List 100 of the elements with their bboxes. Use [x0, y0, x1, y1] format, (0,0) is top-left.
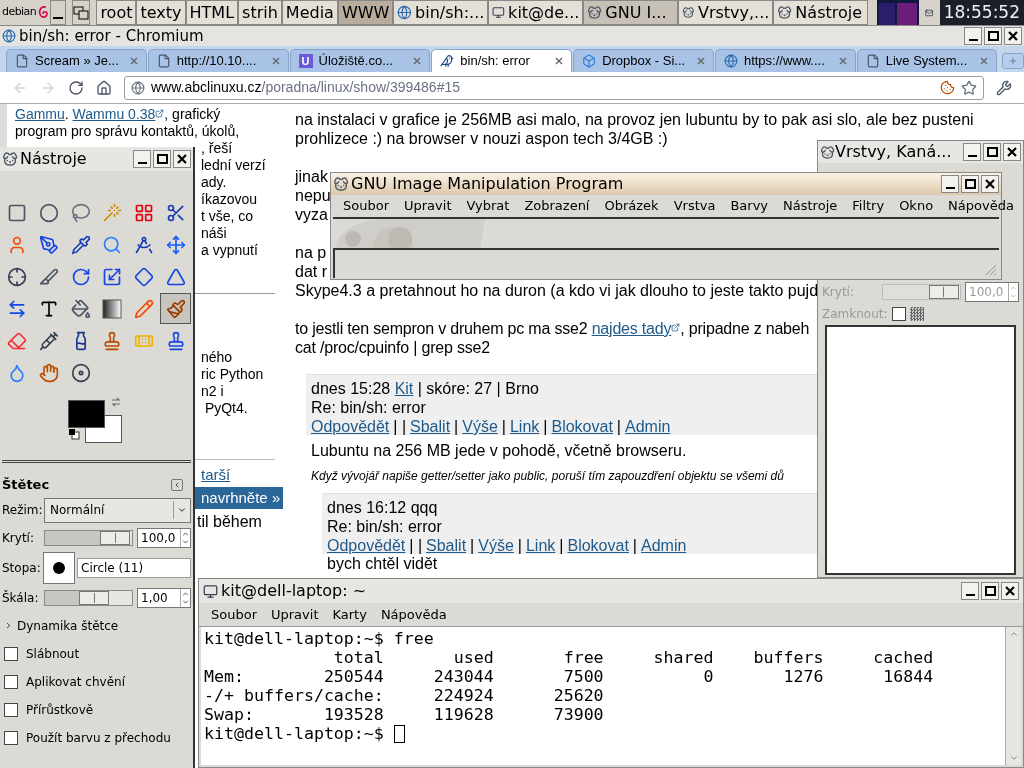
browser-tab[interactable]: Scream » Je...: [6, 49, 147, 72]
task-button[interactable]: Nástroje: [773, 0, 869, 25]
mode-dropdown[interactable]: Normální: [44, 497, 191, 523]
link[interactable]: Kit: [394, 380, 414, 397]
checkbox[interactable]: [4, 702, 18, 717]
slider-thumb[interactable]: [79, 590, 110, 605]
close-button[interactable]: [173, 150, 191, 168]
maximize-button[interactable]: [983, 143, 1001, 161]
cookie-icon[interactable]: [940, 80, 955, 95]
task-button[interactable]: kit@de...: [488, 0, 584, 25]
browser-tab[interactable]: Live System...: [856, 49, 998, 72]
tab-close-icon[interactable]: [980, 57, 989, 65]
minimize-button[interactable]: [963, 143, 981, 161]
browser-tab[interactable]: Dropbox - Si...: [573, 49, 714, 72]
workspace-button[interactable]: HTML: [185, 0, 239, 25]
menu-item[interactable]: Upravit: [404, 196, 452, 216]
browser-tab[interactable]: U Úložiště.co...: [289, 49, 431, 72]
menu-item[interactable]: Okno: [899, 196, 934, 216]
workspace-button[interactable]: strih: [238, 0, 282, 25]
task-button[interactable]: GNU I...: [583, 0, 679, 25]
menu-item[interactable]: Zobrazení: [524, 196, 590, 216]
foreground-color-swatch[interactable]: [68, 400, 105, 428]
minimize-button[interactable]: [941, 175, 959, 193]
link[interactable]: Gammu: [15, 106, 65, 122]
menu-item[interactable]: Nápověda: [380, 604, 447, 625]
menu-item[interactable]: Soubor: [211, 604, 257, 625]
menu-item[interactable]: Obrázek: [604, 196, 659, 216]
older-link[interactable]: tarší: [201, 466, 276, 483]
star-icon[interactable]: [961, 79, 977, 96]
wrench-icon[interactable]: [996, 79, 1012, 96]
checkbox[interactable]: [4, 646, 18, 661]
comment-action-link[interactable]: Admin: [641, 536, 687, 555]
menu-item[interactable]: Nápověda: [948, 196, 1014, 216]
workspace-button[interactable]: Media: [281, 0, 338, 25]
comment-action-link[interactable]: Odpovědět: [327, 536, 406, 555]
comment-action-link[interactable]: Blokovat: [551, 417, 613, 436]
link[interactable]: najdes tady: [591, 320, 672, 337]
maximize-button[interactable]: [961, 175, 979, 193]
slider-thumb[interactable]: [100, 530, 131, 545]
brush-name-field[interactable]: Circle (11): [77, 557, 191, 578]
minimize-button[interactable]: [964, 27, 982, 45]
menu-item[interactable]: Karty: [332, 604, 367, 625]
menu-item[interactable]: Vybrat: [466, 196, 510, 216]
slider-track[interactable]: [44, 589, 133, 606]
checkbox[interactable]: [4, 730, 18, 745]
comment-action-link[interactable]: Blokovat: [567, 536, 629, 555]
debian-logo[interactable]: debian: [0, 0, 51, 25]
checkbox[interactable]: [891, 307, 906, 321]
comment-action-link[interactable]: Odpovědět: [311, 417, 390, 436]
checker-icon[interactable]: [909, 307, 924, 321]
slider-thumb[interactable]: [928, 285, 959, 299]
browser-tab[interactable]: http://10.10....: [147, 49, 289, 72]
pager-drawing[interactable]: [877, 0, 920, 25]
task-button[interactable]: bin/sh:...: [393, 0, 489, 25]
comment-action-link[interactable]: Admin: [625, 417, 671, 436]
windows-button[interactable]: [72, 0, 91, 25]
resize-grip-icon[interactable]: [983, 262, 997, 276]
comment-action-link[interactable]: Sbalit: [426, 536, 467, 555]
panel-menu-button[interactable]: [171, 478, 183, 491]
minimize-all-button[interactable]: [50, 0, 67, 25]
task-button[interactable]: Vrstvy,...: [678, 0, 774, 25]
dynamics-expander[interactable]: Dynamika štětce: [0, 616, 123, 635]
home-icon[interactable]: [96, 79, 112, 96]
comment-action-link[interactable]: Link: [525, 536, 556, 555]
maximize-button[interactable]: [981, 582, 999, 600]
menu-item[interactable]: Vrstva: [673, 196, 716, 216]
swap-arrows-icon[interactable]: [110, 396, 122, 408]
menu-item[interactable]: Upravit: [271, 604, 319, 625]
tab-close-icon[interactable]: [696, 57, 705, 65]
workspace-button[interactable]: texty: [136, 0, 186, 25]
link[interactable]: Wammu 0.38: [72, 106, 156, 122]
maximize-button[interactable]: [984, 27, 1002, 45]
menu-item[interactable]: Soubor: [343, 196, 389, 216]
browser-tab[interactable]: bin/sh: error: [431, 49, 573, 72]
minimize-button[interactable]: [961, 582, 979, 600]
close-button[interactable]: [1004, 27, 1022, 45]
close-button[interactable]: [981, 175, 999, 193]
comment-action-link[interactable]: Výše: [462, 417, 498, 436]
workspace-button[interactable]: WWW: [337, 0, 394, 25]
close-button[interactable]: [1003, 143, 1021, 161]
default-colors-icon[interactable]: [68, 428, 80, 440]
checkbox[interactable]: [4, 674, 18, 689]
tab-close-icon[interactable]: [555, 57, 564, 65]
close-button[interactable]: [1001, 582, 1019, 600]
suggest-bar[interactable]: navrhněte »: [195, 487, 283, 509]
maximize-button[interactable]: [153, 150, 171, 168]
tab-close-icon[interactable]: [413, 57, 422, 65]
tab-close-icon[interactable]: [838, 57, 847, 65]
tab-close-icon[interactable]: [271, 57, 280, 65]
brush-preview[interactable]: [43, 551, 75, 584]
comment-action-link[interactable]: Link: [509, 417, 540, 436]
address-bar[interactable]: www.abclinuxu.cz/poradna/linux/show/399486#15: [124, 75, 984, 100]
menu-item[interactable]: Filtry: [852, 196, 885, 216]
comment-action-link[interactable]: Sbalit: [410, 417, 451, 436]
menu-item[interactable]: Nástroje: [783, 196, 838, 216]
browser-tab[interactable]: https://www....: [714, 49, 856, 72]
comment-action-link[interactable]: Výše: [478, 536, 514, 555]
minimize-button[interactable]: [133, 150, 151, 168]
reload-icon[interactable]: [68, 79, 84, 96]
menu-item[interactable]: Barvy: [730, 196, 769, 216]
